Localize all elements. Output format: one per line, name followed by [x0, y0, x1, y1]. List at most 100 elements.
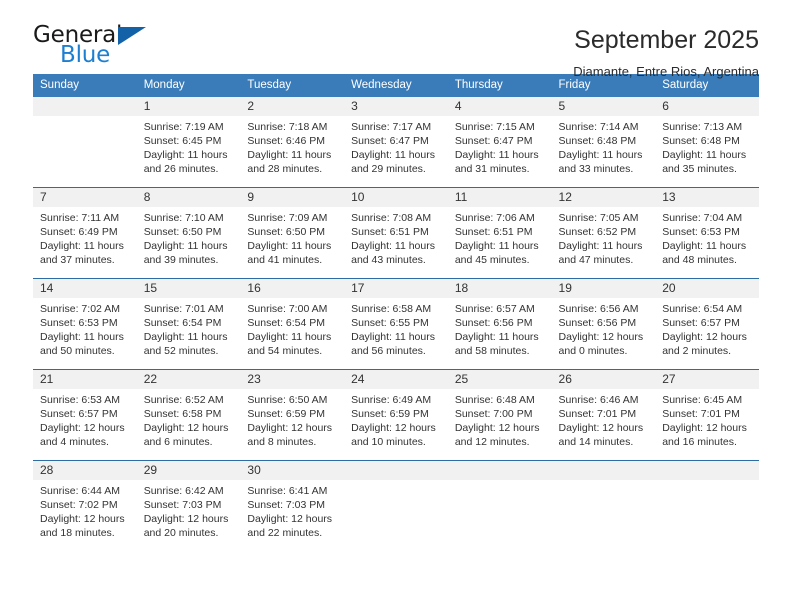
- day-cell[interactable]: 22 Sunrise: 6:52 AM Sunset: 6:58 PM Dayligh…: [136, 369, 241, 461]
- week-row: 28 Sunrise: 6:44 AM Sunset: 7:02 PM Dayligh…: [33, 460, 759, 551]
- day-cell[interactable]: 15 Sunrise: 7:01 AM Sunset: 6:54 PM Dayligh…: [136, 278, 241, 370]
- day-cell[interactable]: 17 Sunrise: 6:58 AM Sunset: 6:55 PM Dayligh…: [344, 278, 448, 370]
- day-cell[interactable]: 20 Sunrise: 6:54 AM Sunset: 6:57 PM Dayligh…: [655, 278, 759, 370]
- sunrise-text: Sunrise: 6:41 AM: [247, 485, 328, 497]
- day-number: 14: [33, 279, 137, 298]
- daylight-text-line1: Daylight: 11 hours: [143, 149, 228, 161]
- daylight-text-line1: Daylight: 11 hours: [143, 331, 228, 343]
- weekday-header-sunday: Sunday: [33, 74, 137, 97]
- daylight-text-line1: Daylight: 11 hours: [247, 240, 332, 252]
- daylight-text-line2: and 26 minutes.: [143, 163, 219, 175]
- sunrise-text: Sunrise: 6:58 AM: [351, 303, 432, 315]
- day-cell[interactable]: 11 Sunrise: 7:06 AM Sunset: 6:51 PM Dayligh…: [447, 187, 552, 279]
- daylight-text-line2: and 58 minutes.: [454, 345, 530, 357]
- day-cell-filled: 20 Sunrise: 6:54 AM Sunset: 6:57 PM Dayligh…: [655, 279, 759, 369]
- day-cell[interactable]: 19 Sunrise: 6:56 AM Sunset: 6:56 PM Dayligh…: [551, 278, 656, 370]
- day-number: 16: [240, 279, 345, 298]
- daylight-text-line1: Daylight: 12 hours: [40, 422, 125, 434]
- weekday-header-thursday: Thursday: [447, 74, 552, 97]
- day-number: 4: [447, 97, 552, 116]
- day-cell[interactable]: 29 Sunrise: 6:42 AM Sunset: 7:03 PM Dayligh…: [136, 460, 241, 551]
- day-cell[interactable]: 21 Sunrise: 6:53 AM Sunset: 6:57 PM Dayligh…: [33, 369, 137, 461]
- day-cell[interactable]: 25 Sunrise: 6:48 AM Sunset: 7:00 PM Dayligh…: [447, 369, 552, 461]
- daylight-text-line2: and 56 minutes.: [351, 345, 426, 357]
- daylight-text-line1: Daylight: 12 hours: [143, 513, 229, 525]
- sunrise-text: Sunrise: 7:05 AM: [558, 212, 639, 224]
- daylight-text-line1: Daylight: 12 hours: [454, 422, 540, 434]
- day-cell[interactable]: 16 Sunrise: 7:00 AM Sunset: 6:54 PM Dayligh…: [240, 278, 345, 370]
- daylight-text-line1: Daylight: 11 hours: [454, 331, 539, 343]
- day-cell-filled: 19 Sunrise: 6:56 AM Sunset: 6:56 PM Dayligh…: [551, 279, 656, 369]
- day-cell[interactable]: 24 Sunrise: 6:49 AM Sunset: 6:59 PM Dayligh…: [344, 369, 448, 461]
- day-cell[interactable]: [447, 460, 552, 551]
- day-cell[interactable]: [33, 97, 137, 188]
- day-cell[interactable]: 7 Sunrise: 7:11 AM Sunset: 6:49 PM Daylight…: [33, 187, 137, 279]
- day-cell-filled: 6 Sunrise: 7:13 AM Sunset: 6:48 PM Daylight…: [655, 97, 759, 187]
- day-cell-filled: 7 Sunrise: 7:11 AM Sunset: 6:49 PM Daylight…: [33, 188, 137, 278]
- day-cell[interactable]: 5 Sunrise: 7:14 AM Sunset: 6:48 PM Daylight…: [551, 97, 656, 188]
- day-cell[interactable]: 28 Sunrise: 6:44 AM Sunset: 7:02 PM Dayligh…: [33, 460, 137, 551]
- calendar-page: General Blue September 2025 Diamante, En…: [0, 0, 792, 612]
- sunrise-text: Sunrise: 6:49 AM: [351, 394, 432, 406]
- sunrise-text: Sunrise: 6:53 AM: [40, 394, 120, 406]
- logo-word-blue: Blue: [60, 42, 111, 68]
- day-cell[interactable]: 18 Sunrise: 6:57 AM Sunset: 6:56 PM Dayligh…: [447, 278, 552, 370]
- day-info: Sunrise: 6:54 AM Sunset: 6:57 PM Daylight:…: [655, 298, 759, 358]
- day-cell[interactable]: 12 Sunrise: 7:05 AM Sunset: 6:52 PM Dayligh…: [551, 187, 656, 279]
- day-cell[interactable]: [344, 460, 448, 551]
- day-cell-filled: 24 Sunrise: 6:49 AM Sunset: 6:59 PM Dayligh…: [344, 370, 448, 460]
- day-cell[interactable]: 3 Sunrise: 7:17 AM Sunset: 6:47 PM Daylight…: [344, 97, 448, 188]
- daylight-text-line2: and 37 minutes.: [40, 254, 115, 266]
- sunset-text: Sunset: 6:47 PM: [351, 135, 429, 147]
- day-cell[interactable]: 10 Sunrise: 7:08 AM Sunset: 6:51 PM Dayligh…: [344, 187, 448, 279]
- day-number: [551, 461, 656, 480]
- day-cell[interactable]: 9 Sunrise: 7:09 AM Sunset: 6:50 PM Daylight…: [240, 187, 345, 279]
- day-number: 29: [136, 461, 241, 480]
- daylight-text-line1: Daylight: 11 hours: [351, 149, 435, 161]
- day-cell[interactable]: 26 Sunrise: 6:46 AM Sunset: 7:01 PM Dayligh…: [551, 369, 656, 461]
- sunset-text: Sunset: 6:59 PM: [247, 408, 326, 420]
- day-cell-filled: 23 Sunrise: 6:50 AM Sunset: 6:59 PM Dayligh…: [240, 370, 345, 460]
- daylight-text-line2: and 31 minutes.: [454, 163, 530, 175]
- daylight-text-line2: and 35 minutes.: [662, 163, 737, 175]
- day-cell-filled: 11 Sunrise: 7:06 AM Sunset: 6:51 PM Dayligh…: [447, 188, 552, 278]
- day-cell[interactable]: 23 Sunrise: 6:50 AM Sunset: 6:59 PM Dayligh…: [240, 369, 345, 461]
- sunrise-text: Sunrise: 6:52 AM: [143, 394, 224, 406]
- day-cell[interactable]: 8 Sunrise: 7:10 AM Sunset: 6:50 PM Daylight…: [136, 187, 241, 279]
- day-number: [344, 461, 448, 480]
- day-cell[interactable]: [551, 460, 656, 551]
- daylight-text-line2: and 16 minutes.: [662, 436, 737, 448]
- day-cell-filled: 14 Sunrise: 7:02 AM Sunset: 6:53 PM Dayligh…: [33, 279, 137, 369]
- day-number: 5: [551, 97, 656, 116]
- day-number: 15: [136, 279, 241, 298]
- day-cell[interactable]: 6 Sunrise: 7:13 AM Sunset: 6:48 PM Daylight…: [655, 97, 759, 188]
- daylight-text-line1: Daylight: 12 hours: [662, 422, 747, 434]
- sunrise-text: Sunrise: 6:57 AM: [454, 303, 535, 315]
- day-info: Sunrise: 6:48 AM Sunset: 7:00 PM Daylight:…: [448, 389, 552, 449]
- sunset-text: Sunset: 6:50 PM: [247, 226, 326, 238]
- day-cell[interactable]: 4 Sunrise: 7:15 AM Sunset: 6:47 PM Daylight…: [447, 97, 552, 188]
- day-number: 9: [240, 188, 345, 207]
- sunrise-sunset-calendar: Sunday Monday Tuesday Wednesday Thursday…: [33, 74, 759, 551]
- sunset-text: Sunset: 6:56 PM: [558, 317, 637, 329]
- day-cell[interactable]: 13 Sunrise: 7:04 AM Sunset: 6:53 PM Dayligh…: [655, 187, 759, 279]
- sunset-text: Sunset: 6:54 PM: [143, 317, 222, 329]
- day-cell[interactable]: [655, 460, 759, 551]
- day-number: 13: [655, 188, 759, 207]
- daylight-text-line2: and 0 minutes.: [558, 345, 628, 357]
- day-cell[interactable]: 27 Sunrise: 6:45 AM Sunset: 7:01 PM Dayligh…: [655, 369, 759, 461]
- day-cell[interactable]: 2 Sunrise: 7:18 AM Sunset: 6:46 PM Daylight…: [240, 97, 345, 188]
- day-cell[interactable]: 14 Sunrise: 7:02 AM Sunset: 6:53 PM Dayligh…: [33, 278, 137, 370]
- daylight-text-line1: Daylight: 11 hours: [247, 149, 332, 161]
- day-cell[interactable]: 30 Sunrise: 6:41 AM Sunset: 7:03 PM Dayligh…: [240, 460, 345, 551]
- day-number: 19: [551, 279, 656, 298]
- day-cell-empty: [655, 461, 759, 551]
- sunset-text: Sunset: 6:50 PM: [143, 226, 222, 238]
- day-info: [344, 480, 448, 484]
- day-cell-filled: 13 Sunrise: 7:04 AM Sunset: 6:53 PM Dayligh…: [655, 188, 759, 278]
- day-cell[interactable]: 1 Sunrise: 7:19 AM Sunset: 6:45 PM Daylight…: [136, 97, 241, 188]
- day-cell-empty: [344, 461, 448, 551]
- day-cell-filled: 21 Sunrise: 6:53 AM Sunset: 6:57 PM Dayligh…: [33, 370, 137, 460]
- general-blue-logo[interactable]: General Blue: [33, 24, 148, 70]
- sunset-text: Sunset: 6:57 PM: [662, 317, 740, 329]
